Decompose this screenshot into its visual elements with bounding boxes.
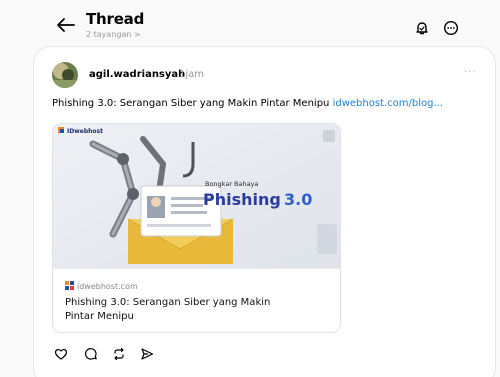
favicon-icon <box>65 281 74 290</box>
link-preview-image: IDwebhost Bongkar Bahaya Phishing 3.0 <box>53 124 340 268</box>
post-more-options[interactable]: ··· <box>464 67 477 78</box>
post-text: Phishing 3.0: Serangan Siber yang Makin … <box>52 98 443 109</box>
page-title: Thread <box>86 10 145 28</box>
link-preview-domain: idwebhost.com <box>77 282 138 291</box>
thread-header: Thread 2 tayangan > <box>0 0 500 44</box>
more-options-icon[interactable] <box>443 20 459 36</box>
post-card: agil.wadriansyah 1jam ··· Phishing 3.0: … <box>33 46 496 377</box>
notification-bell-icon[interactable] <box>414 20 430 36</box>
preview-kicker: Bongkar Bahaya <box>205 180 258 188</box>
avatar-image <box>52 62 78 88</box>
preview-illustration: IDwebhost Bongkar Bahaya Phishing 3.0 <box>53 124 340 268</box>
preview-brand: IDwebhost <box>67 128 103 135</box>
post-link[interactable]: idwebhost.com/blog... <box>333 98 443 109</box>
post-body: Phishing 3.0: Serangan Siber yang Makin … <box>52 98 330 109</box>
link-preview-title: Phishing 3.0: Serangan Siber yang Makin … <box>65 297 271 322</box>
like-icon[interactable] <box>54 347 68 361</box>
link-preview-meta: idwebhost.com Phishing 3.0: Serangan Sib… <box>53 268 340 332</box>
post-time: 1jam <box>179 69 205 80</box>
link-preview-domain-row: idwebhost.com <box>65 281 138 291</box>
link-preview-card[interactable]: IDwebhost Bongkar Bahaya Phishing 3.0 id… <box>52 123 341 333</box>
views-count: 2 tayangan <box>86 30 132 39</box>
post-username[interactable]: agil.wadriansyah <box>89 69 185 80</box>
chevron-right-icon: > <box>133 30 141 39</box>
preview-headline-version: 3.0 <box>284 190 312 209</box>
share-icon[interactable] <box>140 347 154 361</box>
views-count-link[interactable]: 2 tayangan > <box>86 30 141 39</box>
back-arrow-icon[interactable] <box>56 17 76 33</box>
preview-headline-word: Phishing <box>203 190 281 209</box>
repost-icon[interactable] <box>112 347 126 361</box>
avatar[interactable] <box>52 62 78 88</box>
post-actions <box>54 347 174 363</box>
reply-icon[interactable] <box>84 347 98 361</box>
